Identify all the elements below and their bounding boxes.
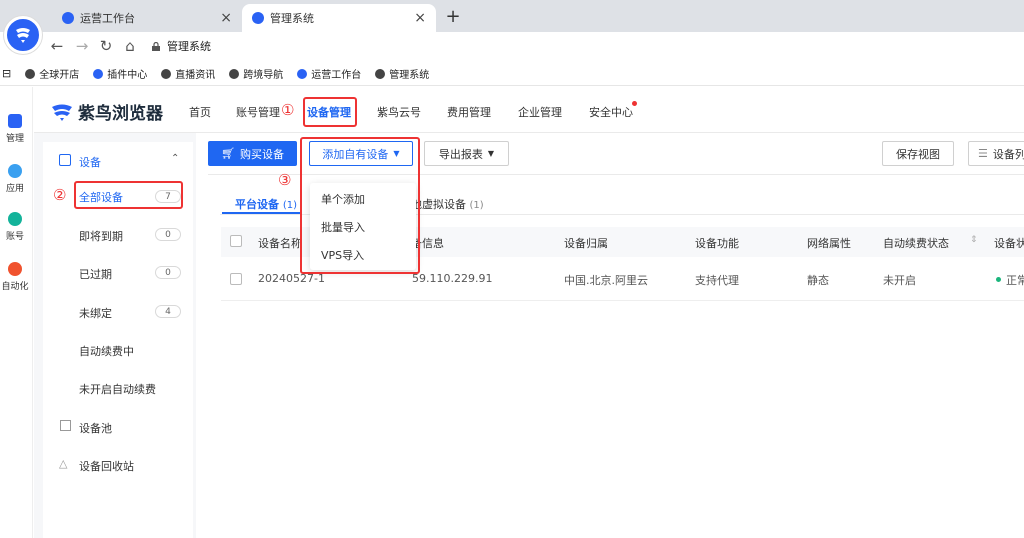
count-badge: 0 (155, 228, 181, 241)
grid-icon (8, 114, 22, 128)
reload-icon[interactable]: ↻ (96, 36, 116, 56)
nav-accounts[interactable]: 账号管理 (236, 104, 280, 120)
cart-icon: 🛒︎ (221, 147, 235, 160)
annotation-number: ① (281, 101, 295, 119)
forward-arrow-icon[interactable]: → (72, 36, 92, 56)
robot-icon (8, 262, 22, 276)
column-header-location[interactable]: 设备归属 (564, 235, 608, 251)
list-icon: ☰ (978, 147, 988, 160)
bookmark-item[interactable]: 管理系统 (375, 66, 429, 81)
bookmark-item[interactable]: 全球开店 (25, 66, 79, 81)
tab-favicon-icon (62, 12, 74, 24)
nav-home[interactable]: 首页 (189, 104, 211, 120)
count-badge: 0 (155, 266, 181, 279)
annotation-number: ② (53, 186, 67, 204)
app-logo[interactable]: 紫鸟浏览器 (50, 99, 163, 124)
column-settings-button[interactable]: ☰ 设备列 (968, 141, 1024, 166)
notification-dot (632, 101, 637, 106)
bookmarks-bar: ⊟ 全球开店 插件中心 直播资讯 跨境导航 运营工作台 管理系统 (0, 62, 1024, 86)
recycle-icon: △ (59, 457, 68, 470)
status-dot (996, 277, 1001, 282)
tab-management-system[interactable]: 管理系统 × (242, 4, 436, 32)
select-all-checkbox[interactable] (230, 235, 242, 247)
address-bar[interactable]: 管理系统 (152, 36, 211, 56)
cell-location: 中国.北京.阿里云 (564, 274, 648, 287)
device-icon (59, 154, 71, 166)
back-arrow-icon[interactable]: ← (47, 36, 67, 56)
nav-enterprise[interactable]: 企业管理 (518, 104, 562, 120)
highlight-box (300, 137, 420, 274)
pool-icon (60, 420, 71, 431)
globe-icon (375, 68, 386, 79)
rail-item-accounts[interactable]: 账号 (0, 212, 30, 242)
bookmark-item[interactable]: 运营工作台 (297, 66, 361, 81)
address-text: 管理系统 (167, 40, 211, 53)
buy-device-button[interactable]: 🛒︎ 购买设备 (208, 141, 297, 166)
count-badge: 4 (155, 305, 181, 318)
column-header-status[interactable]: 设备状 (994, 235, 1024, 251)
close-tab-icon[interactable]: × (220, 10, 232, 26)
tab-ops-workbench[interactable]: 运营工作台 × (52, 4, 242, 32)
left-rail (0, 87, 33, 538)
side-item-device-pool[interactable]: 设备池 (79, 420, 112, 436)
side-item-auto-renewing[interactable]: 自动续费中 (79, 343, 134, 359)
column-header-name[interactable]: 设备名称 (258, 235, 302, 251)
globe-icon (25, 68, 36, 79)
column-header-function[interactable]: 设备功能 (695, 235, 739, 251)
browser-logo-icon[interactable] (4, 16, 42, 54)
apps-icon (8, 164, 22, 178)
app-icon (93, 68, 104, 79)
export-report-button[interactable]: 导出报表 ▼ (424, 141, 509, 166)
cell-function: 支持代理 (695, 274, 739, 287)
cell-device-info: 59.110.229.91 (412, 272, 493, 285)
globe-icon (161, 68, 172, 79)
caret-down-icon: ▼ (487, 149, 495, 158)
close-tab-icon[interactable]: × (414, 10, 426, 26)
row-checkbox[interactable] (230, 273, 242, 285)
column-header-network[interactable]: 网络属性 (807, 235, 851, 251)
tab-label: 运营工作台 (80, 12, 135, 25)
bird-logo-icon (52, 104, 72, 121)
cell-network: 静态 (807, 274, 829, 287)
new-tab-button[interactable]: + (442, 4, 464, 28)
column-header-auto-renew[interactable]: 自动续费状态 (883, 235, 949, 251)
nav-cloud-number[interactable]: 紫鸟云号 (377, 104, 421, 120)
bookmark-item[interactable]: 跨境导航 (229, 66, 283, 81)
rail-item-automation[interactable]: 自动化 (0, 262, 30, 292)
rail-item-apps[interactable]: 应用 (0, 164, 30, 194)
side-group-devices[interactable]: 设备 (79, 154, 101, 170)
app-name: 紫鸟浏览器 (78, 104, 163, 124)
side-item-expiring[interactable]: 即将到期 (79, 228, 123, 244)
row-divider (221, 300, 1024, 301)
chevron-up-icon[interactable]: ⌃ (171, 153, 179, 164)
lock-icon (152, 41, 160, 51)
cell-auto-renew: 未开启 (883, 274, 916, 287)
side-item-expired[interactable]: 已过期 (79, 266, 112, 282)
highlight-box (74, 181, 183, 209)
cell-status: 正常 (1006, 274, 1024, 287)
bookmark-item[interactable]: 插件中心 (93, 66, 147, 81)
globe-icon (229, 68, 240, 79)
home-icon[interactable]: ⌂ (120, 36, 140, 56)
subtab-platform-devices[interactable]: 平台设备 (1) (235, 196, 297, 212)
app-icon (297, 68, 308, 79)
rail-item-manage[interactable]: 管理 (0, 114, 30, 144)
tab-favicon-icon (252, 12, 264, 24)
side-item-auto-renew-off[interactable]: 未开启自动续费 (79, 381, 156, 397)
bookmark-item[interactable]: 直播资讯 (161, 66, 215, 81)
annotation-number: ③ (278, 171, 292, 189)
nav-security[interactable]: 安全中心 (589, 104, 633, 120)
sort-icon[interactable]: ⇕ (970, 235, 978, 245)
nav-billing[interactable]: 费用管理 (447, 104, 491, 120)
tab-label: 管理系统 (270, 12, 314, 25)
highlight-box (303, 97, 357, 127)
side-item-unbound[interactable]: 未绑定 (79, 305, 112, 321)
account-icon (8, 212, 22, 226)
save-view-button[interactable]: 保存视图 (882, 141, 954, 166)
sidebar-toggle-icon[interactable]: ⊟ (2, 67, 11, 80)
side-item-recycle-bin[interactable]: 设备回收站 (79, 458, 134, 474)
